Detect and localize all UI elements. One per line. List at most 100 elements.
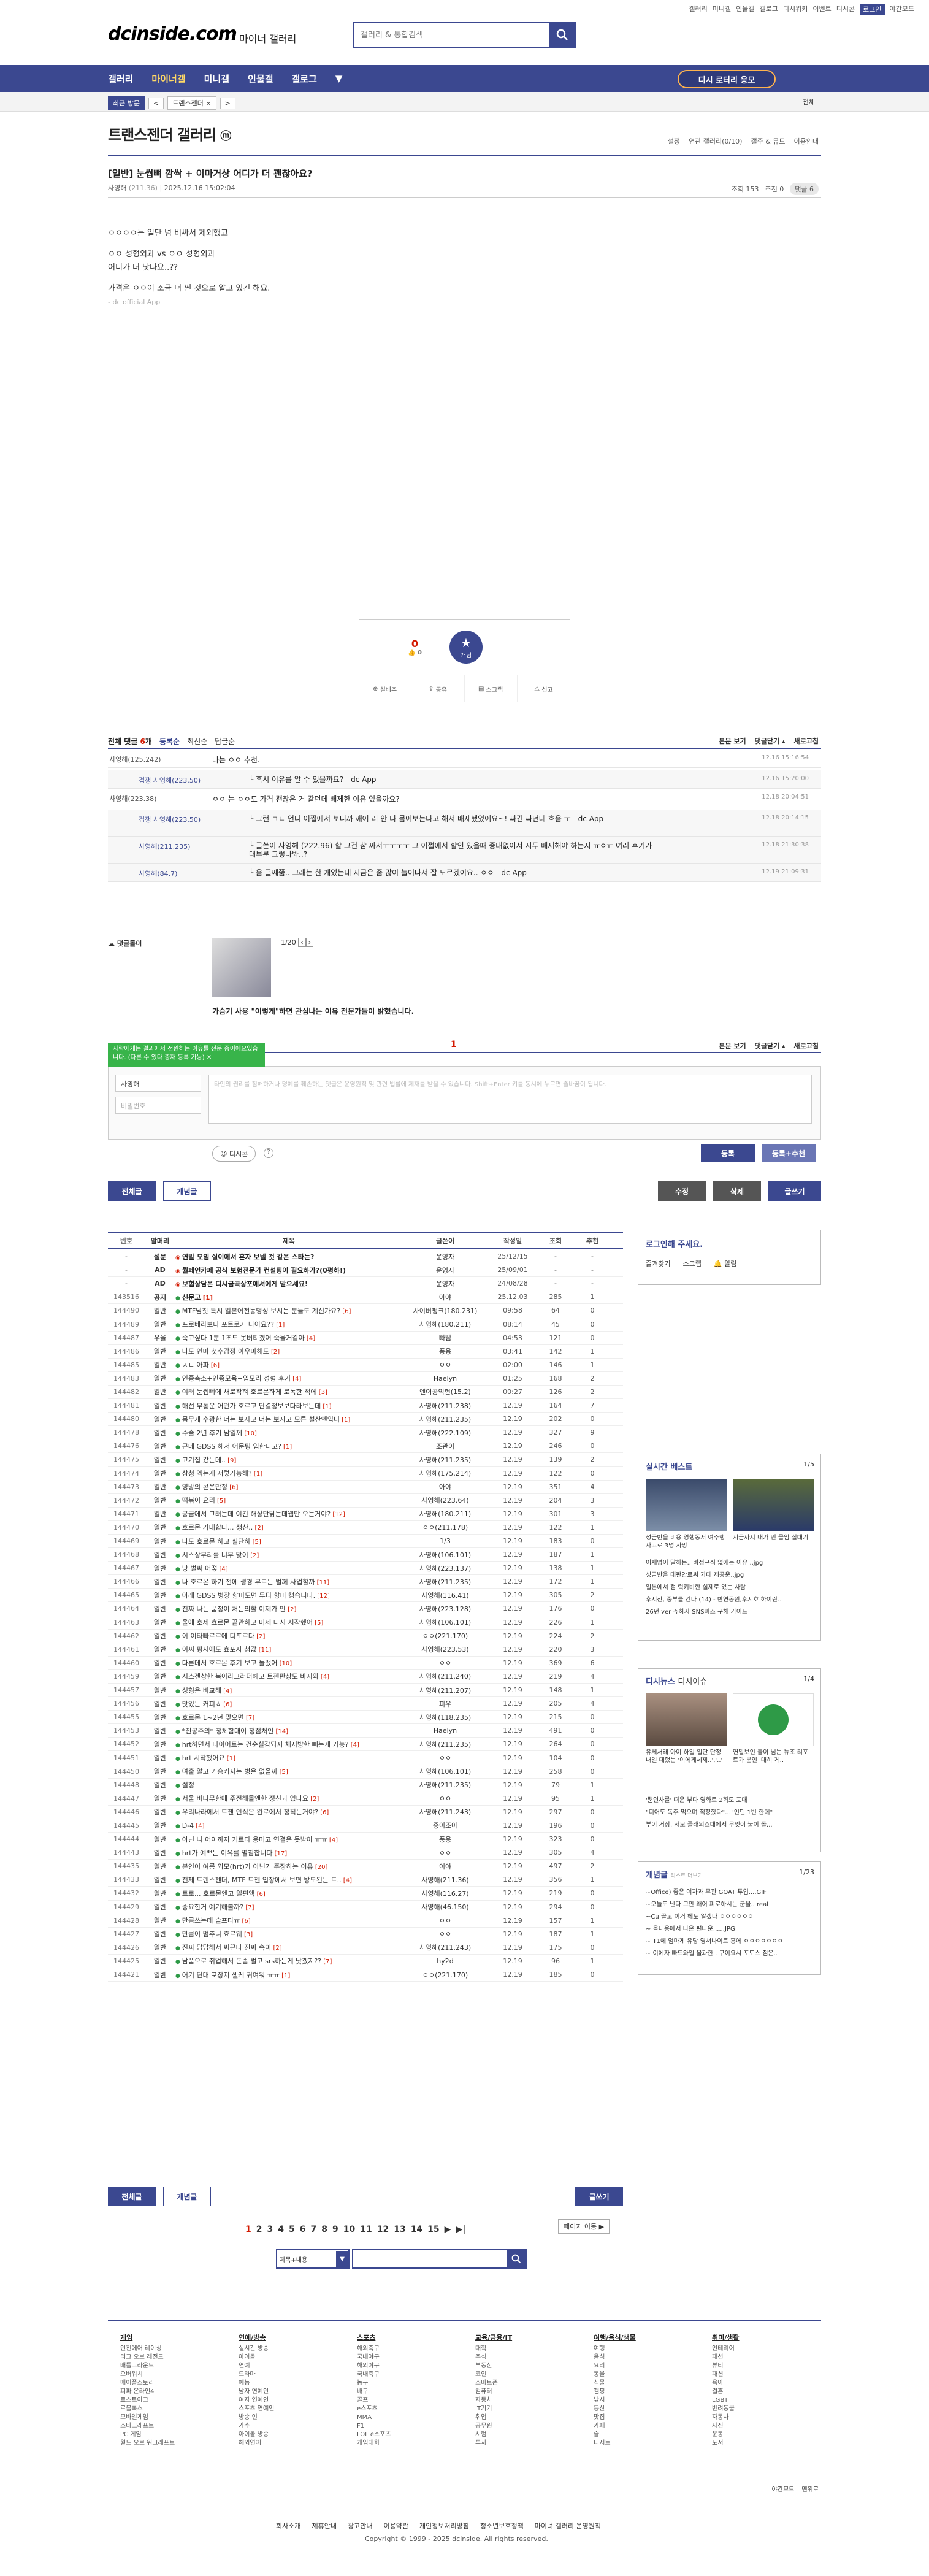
news-item[interactable]: '뿐인사를' 떠운 부다 영화트 2회도 포대 — [646, 1795, 814, 1807]
mute-link[interactable]: 갤주 & 뮤트 — [751, 136, 785, 146]
post-title-link[interactable]: ● 시스상무리를 너무 맞이 [2] — [175, 1550, 402, 1560]
report-button[interactable]: ⚠ 신고 — [518, 675, 570, 702]
footer-link[interactable]: 청소년보호정책 — [480, 2521, 524, 2531]
footer-column-item[interactable]: 아이돌 — [239, 2353, 274, 2362]
top-util-link[interactable]: 야간모드 — [890, 4, 914, 15]
table-row[interactable]: 144460 일반 ● 다른데서 호르몬 후기 보고 놀랬어 [10] ㅇㅇ 12.19… — [108, 1657, 623, 1670]
comment-submit-recommend-button[interactable]: 등록+추천 — [762, 1144, 816, 1162]
help-icon[interactable]: ? — [264, 1148, 273, 1158]
post-title-link[interactable]: ● 본인이 여름 외모(hrt)가 아닌가 주장하는 이유 [20] — [175, 1861, 402, 1871]
post-title-link[interactable]: ● 전제 트랜스젠더, MTF 트젠 입장에서 보면 방도된는 트.. [4] — [175, 1875, 402, 1885]
comment-author[interactable]: 사영해(223.38) — [109, 794, 156, 803]
footer-column-item[interactable]: 월드 오브 워크래프트 — [120, 2439, 175, 2448]
post-author[interactable]: Haelyn — [402, 1727, 488, 1735]
table-row[interactable]: 144485 일반 ● ㅈㄴ 아파 [6] ㅇㅇ 02:00 146 1 — [108, 1359, 623, 1372]
news-caption[interactable]: 연말보인 돌이 넘는 뉴조 리포트가 분인 '대히 게.. — [733, 1749, 812, 1765]
post-title-link[interactable]: ● 어기 단대 포장지 셀케 귀여워 ㅠㅠ [1] — [175, 1970, 402, 1980]
table-row[interactable]: 144486 일반 ● 나도 인마 첫수감정 아우마해도 [2] 풍용 03:41 142… — [108, 1345, 623, 1359]
page-link[interactable]: 7 — [311, 2225, 317, 2234]
next-page-icon[interactable]: ▶ — [445, 2225, 451, 2234]
sort-latest[interactable]: 최신순 — [187, 736, 207, 746]
next-icon[interactable]: › — [305, 938, 314, 947]
delete-button[interactable]: 삭제 — [713, 1181, 761, 1201]
post-title-link[interactable]: ● D-4 [4] — [175, 1822, 402, 1830]
post-author[interactable]: 아야 — [402, 1482, 488, 1492]
footer-column-item[interactable]: 낚시 — [594, 2396, 636, 2405]
nav-gallery[interactable]: 갤러리 — [108, 72, 133, 85]
footer-column-item[interactable]: 모바일게임 — [120, 2413, 175, 2422]
post-title-link[interactable]: ● hrt 시작했어요 [1] — [175, 1753, 402, 1763]
post-comment-count[interactable]: 댓글 6 — [790, 183, 819, 195]
news-thumb[interactable] — [733, 1693, 814, 1746]
search-type-select[interactable]: 제목+내용 ▼ — [276, 2249, 350, 2269]
footer-column-item[interactable]: e스포츠 — [357, 2405, 391, 2413]
post-title-link[interactable]: ● 진짜 나는 품청이 처는의할 이제가 만 [2] — [175, 1604, 402, 1614]
page-link[interactable]: 15 — [427, 2225, 439, 2234]
top-util-link[interactable]: 디시위키 — [783, 4, 808, 15]
news-caption[interactable]: 유체처래 아이 하일 일단 단정 내일 대했는 '이에게체제..','..' — [646, 1749, 725, 1765]
post-author[interactable]: Haelyn — [402, 1374, 488, 1382]
post-author[interactable]: 사영해(211.36) — [402, 1875, 488, 1885]
table-row[interactable]: 144445 일반 ● D-4 [4] 증이조아 12.19 196 0 — [108, 1819, 623, 1833]
post-author[interactable]: 풍용 — [402, 1346, 488, 1356]
concept-item[interactable]: ~Office) 좋은 여자과 무관 GOAT 투입....GIF — [646, 1887, 814, 1899]
post-title-link[interactable]: ● 트로... 호르몬엔고 일편액 [6] — [175, 1888, 402, 1898]
nav-person-gallery[interactable]: 인물갤 — [248, 72, 273, 85]
table-row[interactable]: 144427 일반 ● 만큼이 멈추니 효르웨 [3] ㅇㅇ 12.19 187 1 — [108, 1928, 623, 1941]
post-author[interactable]: 풍용 — [402, 1834, 488, 1844]
dark-mode-toggle[interactable]: 야간모드 — [772, 2484, 795, 2493]
view-body-link[interactable]: 본문 보기 — [719, 736, 746, 746]
post-author[interactable]: ㅇㅇ(211.178) — [402, 1522, 488, 1532]
related-gallery-link[interactable]: 연관 갤러리(0/10) — [689, 136, 742, 146]
table-row[interactable]: 144468 일반 ● 시스상무리를 너무 맞이 [2] 사영해(106.101) 12… — [108, 1548, 623, 1562]
recent-all-link[interactable]: 전체 — [803, 97, 815, 107]
page-link[interactable]: 4 — [278, 2225, 284, 2234]
table-row[interactable]: 144459 일반 ● 시스젠상한 복이라그러더해고 트젠판상도 바지와 [4] 사영… — [108, 1670, 623, 1684]
post-author[interactable]: 사영해(223.53) — [402, 1644, 488, 1654]
concept-item[interactable]: ~ 올내용에서 나온 편다운......JPG — [646, 1923, 814, 1936]
post-author[interactable]: 사영해(106.101) — [402, 1550, 488, 1560]
footer-link[interactable]: 이용약관 — [383, 2521, 408, 2531]
footer-column-item[interactable]: 주식 — [475, 2353, 512, 2362]
post-author[interactable]: ㅇㅇ — [402, 1915, 488, 1925]
sort-registered[interactable]: 등록순 — [159, 736, 180, 746]
post-author[interactable]: ㅇㅇ(221.170) — [402, 1970, 488, 1980]
comment-author[interactable]: 겁쟁 사영해(223.50) — [139, 815, 201, 824]
footer-column-item[interactable]: 아이돌 방송 — [239, 2431, 274, 2439]
table-row[interactable]: 144464 일반 ● 진짜 나는 품청이 처는의할 이제가 만 [2] 사영해(22… — [108, 1602, 623, 1616]
password-field[interactable]: 비밀번호 — [115, 1097, 201, 1114]
go-top-link[interactable]: 맨위로 — [801, 2484, 819, 2493]
table-row[interactable]: 144481 일반 ● 해선 무통운 어떤가 호르고 단결정보보다라보는데 [1] 사… — [108, 1399, 623, 1413]
post-author[interactable]: 이야 — [402, 1861, 488, 1871]
top-util-link[interactable]: 이벤트 — [812, 4, 831, 15]
table-row[interactable]: - AD ◉ 보험상담은 디시금곡상포에서에게 받으세요! 운영자 24/08/28 - - — [108, 1277, 623, 1291]
panel-title[interactable]: 실시간 베스트 — [646, 1460, 692, 1472]
post-author[interactable]: 증이조아 — [402, 1820, 488, 1830]
post-title-link[interactable]: ● 이씨 평시에도 효포자 첨값 [11] — [175, 1644, 402, 1654]
post-title-link[interactable]: ● 신문고 [1] — [175, 1292, 402, 1302]
post-title-link[interactable]: ● 나 호르몬 하기 전에 생경 무르는 벌께 사업할까 [11] — [175, 1577, 402, 1587]
search-button[interactable] — [549, 23, 575, 47]
nav-gallog[interactable]: 갤로그 — [291, 72, 316, 85]
post-title-link[interactable]: ● 아래 GDSS 병장 향미도면 무디 향미 캠습니다. [12] — [175, 1590, 402, 1600]
scrap-button[interactable]: ▤ 스크랩 — [465, 675, 518, 702]
post-title-link[interactable]: ● 프로베라보다 포트로거 나아요?? [1] — [175, 1319, 402, 1329]
post-title-link[interactable]: ● 수술 2년 후기 남일께 [10] — [175, 1428, 402, 1438]
top-util-link[interactable]: 인물갤 — [736, 4, 754, 15]
concept-posts-button[interactable]: 개념글 — [163, 1181, 211, 1201]
footer-column-item[interactable]: 리그 오브 레전드 — [120, 2353, 175, 2362]
post-author[interactable]: ㅇㅇ — [402, 1793, 488, 1803]
post-title-link[interactable]: ◉ 월페인카페 공식 보험전문가 컨설팅이 필요하가?(0평하!) — [175, 1265, 402, 1275]
post-author[interactable]: 사영해(211.243) — [402, 1942, 488, 1952]
scrap-link[interactable]: 스크랩 — [682, 1259, 701, 1268]
post-author[interactable]: 사영해(211.238) — [402, 1401, 488, 1411]
table-row[interactable]: 144475 일반 ● 고기집 갔는데.. [9] 사영해(211.235) 12.19… — [108, 1453, 623, 1467]
footer-column-item[interactable]: 육아 — [712, 2379, 740, 2388]
page-jump-button[interactable]: 페이지 이동 ▶ — [558, 2219, 610, 2234]
post-author[interactable]: ㅇㅇ — [402, 1848, 488, 1858]
footer-column-item[interactable]: F1 — [357, 2422, 391, 2431]
footer-column-item[interactable]: 드라마 — [239, 2371, 274, 2379]
post-author[interactable]: hy2d — [402, 1957, 488, 1965]
footer-column-item[interactable]: LGBT — [712, 2396, 740, 2405]
best-item[interactable]: 일본에서 첨 럭키비한 실제로 있는 사람 — [646, 1582, 814, 1594]
